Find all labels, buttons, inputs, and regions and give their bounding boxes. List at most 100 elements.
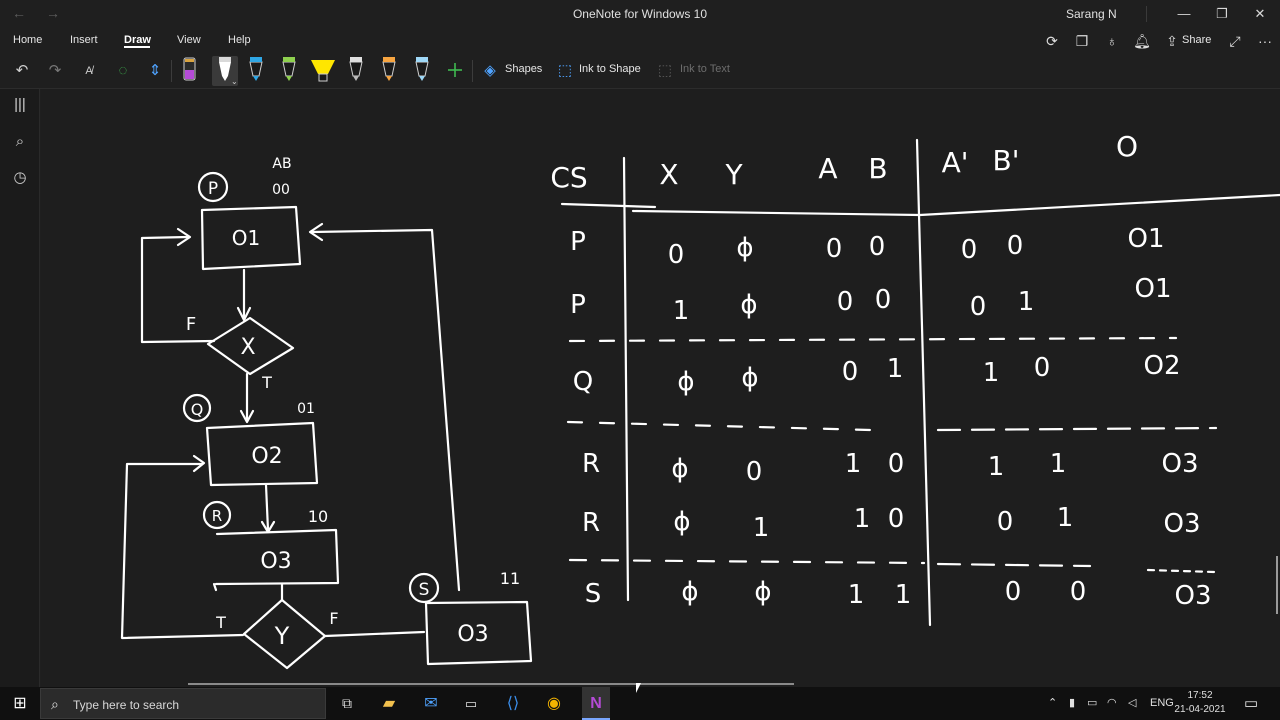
table-headers: CS X Y A B A' B' O — [550, 130, 1138, 194]
label-code-q: 01 — [297, 401, 315, 417]
header-o: O — [1116, 130, 1138, 163]
cell: 0 — [668, 240, 685, 270]
cell: R — [582, 449, 600, 479]
vertical-scrollbar[interactable] — [1276, 556, 1278, 614]
label-box-o3-s: O3 — [457, 622, 488, 647]
label-state-s: S — [419, 580, 430, 600]
cell: 0 — [1070, 577, 1087, 607]
header-underline-cs — [560, 202, 657, 209]
row-separator-2 — [566, 420, 872, 432]
cell: 1 — [1018, 287, 1035, 317]
header-x: X — [659, 158, 678, 191]
label-y-true: T — [215, 613, 226, 632]
cell: 0 — [746, 457, 763, 487]
table-row: P 1 ϕ 0 0 0 1 O1 — [570, 274, 1171, 326]
table-row: P 0 ϕ 0 0 0 0 O1 — [570, 224, 1164, 270]
loop-y-true — [120, 462, 245, 640]
col-divider-outputs — [915, 138, 932, 627]
mail-icon[interactable]: ✉ — [418, 687, 444, 720]
label-state-q: Q — [191, 400, 204, 419]
table-row: Q ϕ ϕ 0 1 1 0 O2 — [573, 351, 1181, 397]
header-a-prime: A' — [942, 146, 969, 179]
search-placeholder: Type here to search — [73, 698, 180, 712]
cell: 0 — [826, 234, 843, 264]
header-b: B — [868, 152, 887, 185]
vscode-icon[interactable]: ⟨⟩ — [500, 687, 526, 720]
notifications-icon[interactable]: ▭ — [1244, 687, 1258, 720]
cell: O3 — [1174, 581, 1211, 611]
cell: S — [585, 579, 602, 609]
label-x-false: F — [186, 314, 196, 335]
cell: 0 — [1007, 231, 1024, 261]
clock-date: 21-04-2021 — [1174, 704, 1226, 715]
cell: 0 — [888, 449, 905, 479]
cell: 1 — [753, 513, 770, 543]
cell: 1 — [848, 580, 865, 610]
label-code-r: 10 — [308, 507, 328, 526]
label-decision-x: X — [240, 335, 255, 360]
file-explorer-icon[interactable]: ▰ — [376, 687, 402, 720]
cell: O1 — [1127, 224, 1164, 254]
cell: 1 — [887, 354, 904, 384]
taskbar-search[interactable]: ⌕ Type here to search — [40, 688, 326, 719]
terminal-icon[interactable]: ▭ — [458, 687, 484, 720]
cell: 1 — [673, 296, 690, 326]
label-decision-y: Y — [274, 622, 290, 650]
label-y-false: F — [329, 609, 338, 628]
cell: 0 — [875, 285, 892, 315]
task-view-icon[interactable]: ⧉ — [334, 687, 360, 720]
row-separator-3 — [568, 558, 926, 565]
horizontal-scrollbar[interactable] — [188, 683, 794, 685]
edge-o2-o3 — [264, 483, 270, 532]
table-grid — [560, 138, 1280, 627]
col-divider-cs — [622, 156, 630, 602]
row-separator-2b — [936, 426, 1218, 432]
label-box-o3: O3 — [260, 549, 291, 574]
header-underline — [631, 193, 1280, 217]
cell: O2 — [1143, 351, 1180, 381]
cell: 0 — [842, 357, 859, 387]
cell: 1 — [988, 452, 1005, 482]
ink-layer: P AB 00 O1 F X T Q 01 O2 R 10 O3 T Y F S… — [120, 130, 1280, 670]
label-box-o2: O2 — [251, 444, 282, 469]
search-icon: ⌕ — [51, 696, 59, 712]
cell: ϕ — [671, 454, 688, 484]
table-row: S ϕ ϕ 1 1 0 0 O3 — [585, 577, 1212, 611]
clock[interactable]: 17:52 21-04-2021 — [1170, 689, 1230, 717]
label-box-o1: O1 — [232, 226, 260, 250]
row-separator-3b — [936, 562, 1092, 568]
microphone-icon[interactable]: ▮ — [1069, 687, 1075, 720]
volume-icon[interactable]: ◁ — [1128, 687, 1136, 720]
cell: 0 — [837, 287, 854, 317]
chrome-icon[interactable]: ◉ — [541, 687, 567, 720]
label-code-p: 00 — [272, 182, 290, 198]
battery-icon[interactable]: ▭ — [1087, 687, 1097, 720]
cell: ϕ — [754, 577, 771, 607]
table-body: P 0 ϕ 0 0 0 0 O1 P 1 ϕ 0 0 0 1 O1 Q ϕ ϕ … — [570, 224, 1211, 611]
label-state-p: P — [208, 179, 218, 199]
header-cs: CS — [550, 161, 587, 194]
wifi-icon[interactable]: ◠ — [1107, 687, 1117, 720]
edge-y-s — [323, 630, 426, 638]
row-separator-3c — [1146, 568, 1216, 574]
cell: ϕ — [740, 290, 757, 320]
cell: ϕ — [681, 577, 698, 607]
cell: ϕ — [741, 363, 758, 393]
cell: 1 — [854, 504, 871, 534]
cell: P — [570, 227, 586, 257]
label-x-true: T — [261, 373, 272, 392]
cell: 0 — [888, 504, 905, 534]
windows-start-icon[interactable]: ⊞ — [8, 687, 32, 720]
return-line-s — [310, 228, 461, 592]
onenote-icon[interactable]: N — [582, 687, 610, 720]
cell: ϕ — [677, 367, 694, 397]
tray-chevron-icon[interactable]: ⌃ — [1048, 687, 1057, 720]
cell: 0 — [1034, 353, 1051, 383]
cell: P — [570, 290, 586, 320]
row-separator-1 — [568, 336, 1178, 343]
cell: O3 — [1161, 449, 1198, 479]
label-state-r: R — [212, 507, 222, 525]
cell: 0 — [997, 507, 1014, 537]
cell: Q — [573, 367, 593, 397]
table-row: R ϕ 0 1 0 1 1 O3 — [582, 449, 1199, 487]
